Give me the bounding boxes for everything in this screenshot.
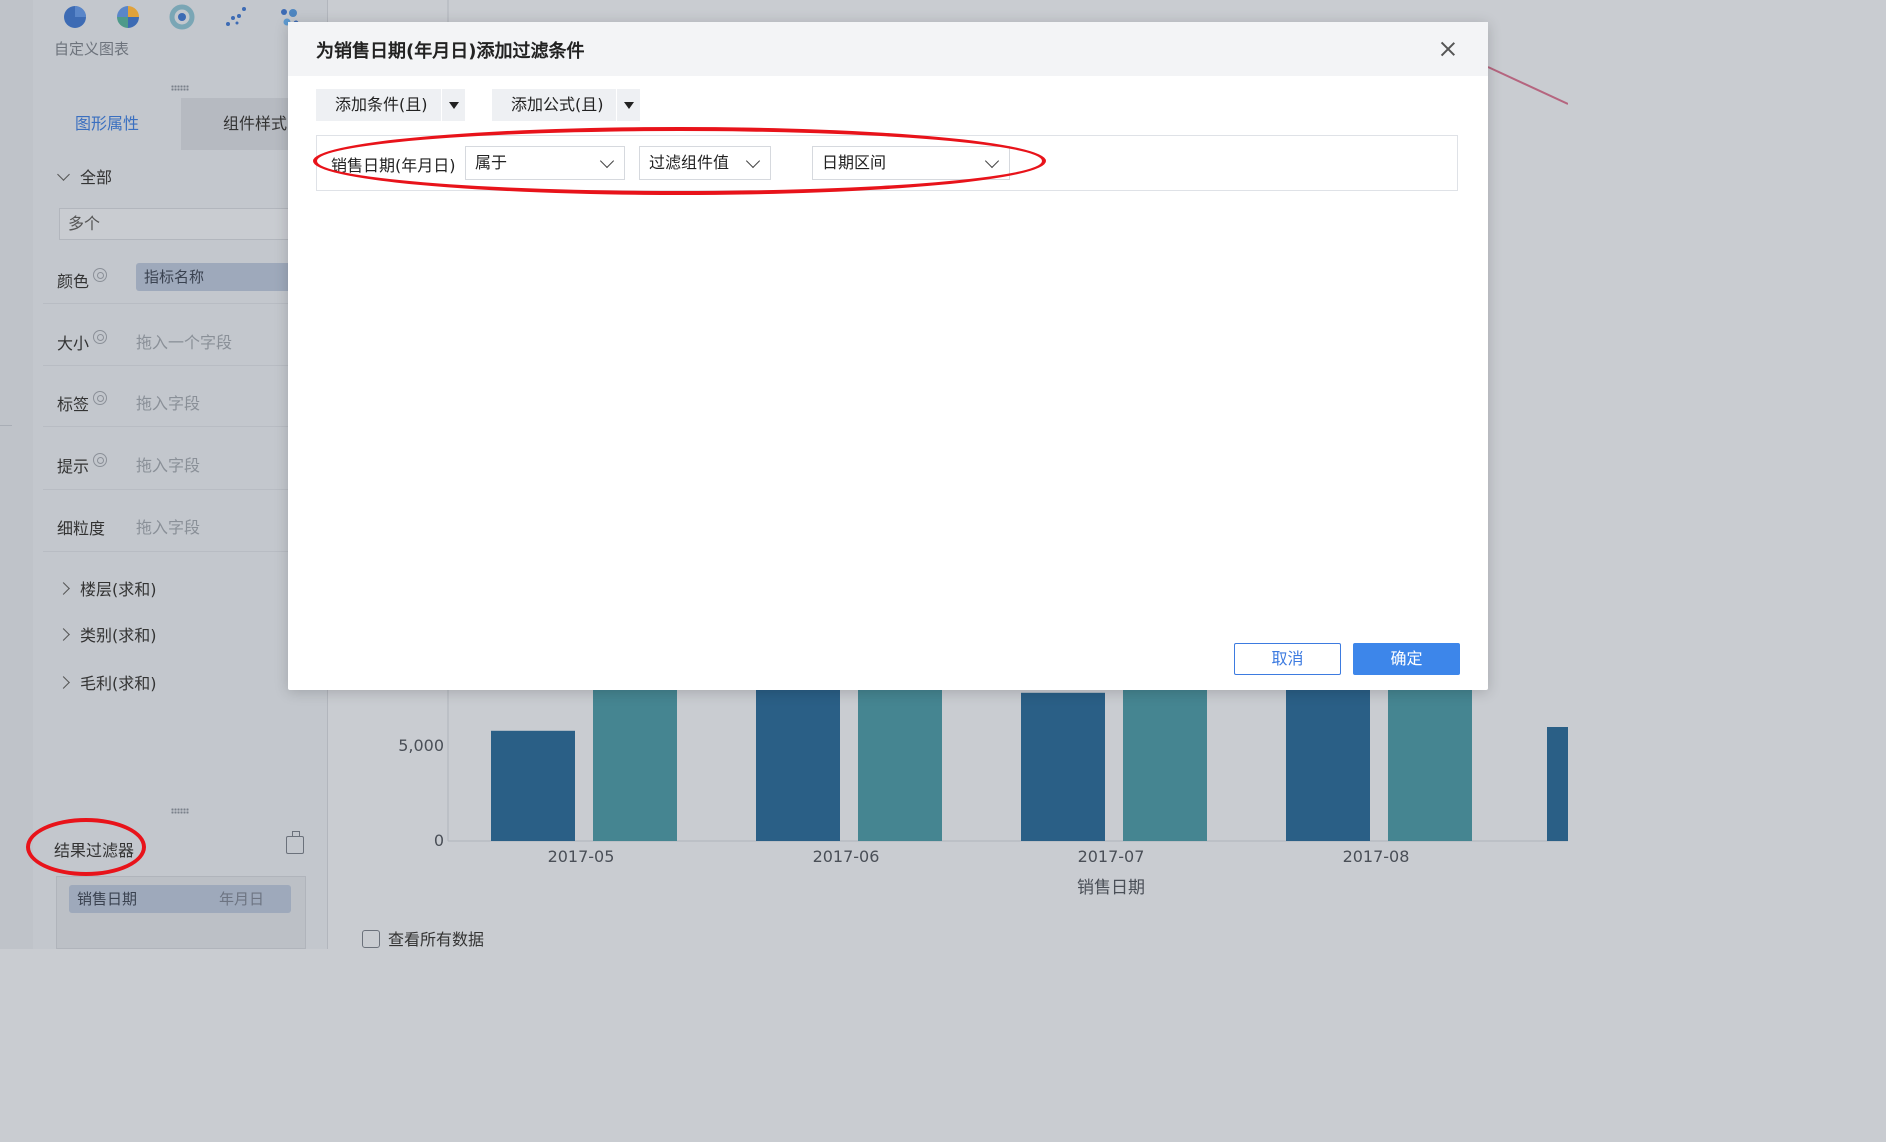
y-tick-label: 0 [434,831,444,850]
chart-bar [1021,692,1105,841]
close-icon[interactable] [1436,37,1460,61]
confirm-button[interactable]: 确定 [1353,643,1460,675]
y-tick-label: 5,000 [398,736,444,755]
filter-dialog: 为销售日期(年月日)添加过滤条件 添加条件(且) 添加公式(且) 销售日期(年月… [288,22,1488,690]
dropdown-caret-icon[interactable] [441,89,465,121]
chart-bar [1547,727,1568,841]
x-axis-title: 销售日期 [1077,878,1145,898]
add-condition-button[interactable]: 添加条件(且) [316,89,465,121]
chart-bar [491,730,575,841]
x-tick-label: 2017-06 [813,847,880,866]
dialog-title: 为销售日期(年月日)添加过滤条件 [316,41,585,62]
x-tick-label: 2017-07 [1078,847,1145,866]
view-all-checkbox[interactable] [362,930,380,948]
dialog-header: 为销售日期(年月日)添加过滤条件 [288,22,1488,76]
add-condition-label[interactable]: 添加条件(且) [316,89,428,121]
annotation-ellipse-condition [313,127,1046,195]
dropdown-caret-icon[interactable] [616,89,640,121]
view-all-label: 查看所有数据 [388,930,485,949]
view-all-data[interactable]: 查看所有数据 [362,926,484,950]
series-line [1487,66,1568,105]
x-tick-label: 2017-05 [548,847,615,866]
cancel-button[interactable]: 取消 [1234,643,1341,675]
add-formula-label[interactable]: 添加公式(且) [492,89,604,121]
add-formula-button[interactable]: 添加公式(且) [492,89,640,121]
x-tick-label: 2017-08 [1343,847,1410,866]
